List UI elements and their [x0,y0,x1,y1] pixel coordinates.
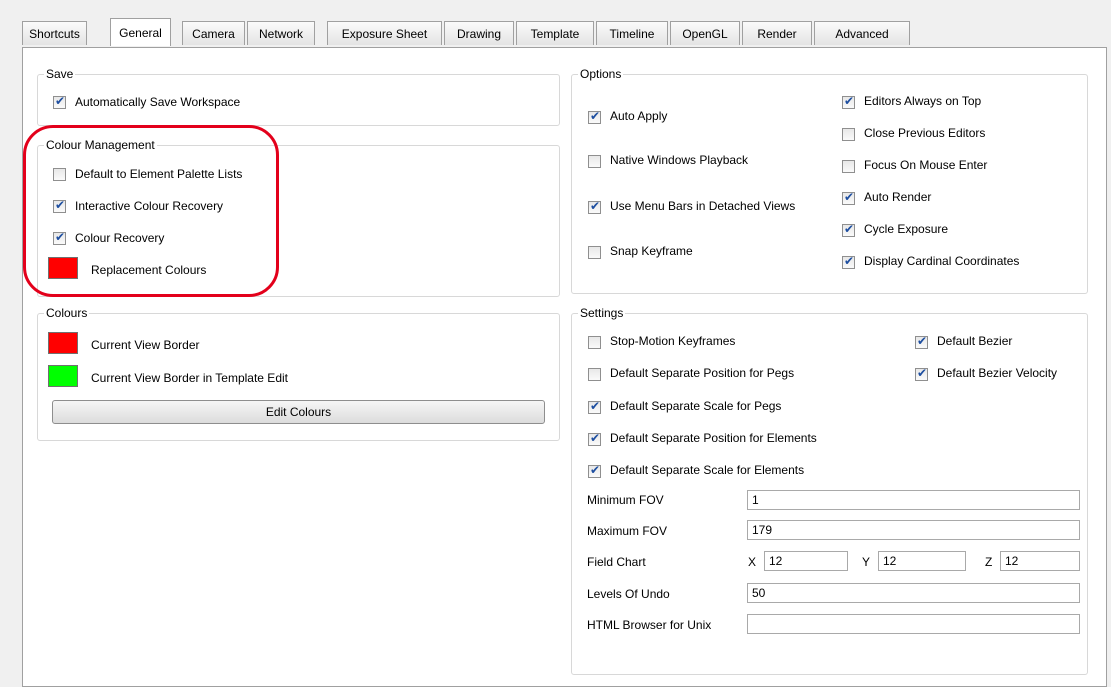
cardinal-checkbox[interactable] [842,254,855,269]
close-editors-checkbox[interactable] [842,128,855,141]
sep-pos-elements-label: Default Separate Position for Elements [610,431,817,445]
auto-render-label: Auto Render [864,190,932,204]
sep-pos-pegs-label: Default Separate Position for Pegs [610,366,795,380]
min-fov-label: Minimum FOV [587,493,664,507]
view-border-label: Current View Border [91,338,200,352]
tab-drawing[interactable]: Drawing [444,21,514,45]
min-fov-field[interactable]: 1 [747,490,1080,510]
max-fov-label: Maximum FOV [587,524,668,538]
sep-scale-elements-checkbox[interactable] [588,463,601,478]
field-chart-z-label: Z [985,555,993,569]
tab-advanced[interactable]: Advanced [814,21,910,45]
focus-mouse-label: Focus On Mouse Enter [864,158,988,172]
template-border-label: Current View Border in Template Edit [91,371,288,385]
field-chart-x-field[interactable]: 12 [764,551,848,571]
field-chart-label: Field Chart [587,555,646,569]
sep-scale-pegs-label: Default Separate Scale for Pegs [610,399,782,413]
auto-save-checkbox[interactable] [53,94,66,109]
stop-motion-checkbox[interactable] [588,336,601,349]
template-border-swatch[interactable] [48,365,78,387]
field-chart-z-field[interactable]: 12 [1000,551,1080,571]
field-chart-x-label: X [748,555,757,569]
bezier-velocity-checkbox[interactable] [915,366,928,381]
field-chart-y-label: Y [862,555,871,569]
close-editors-label: Close Previous Editors [864,126,986,140]
cycle-exposure-label: Cycle Exposure [864,222,949,236]
sep-scale-elements-label: Default Separate Scale for Elements [610,463,805,477]
options-title: Options [578,66,624,82]
html-browser-field[interactable] [747,614,1080,634]
menu-bars-label: Use Menu Bars in Detached Views [610,199,796,213]
tab-opengl[interactable]: OpenGL [670,21,740,45]
auto-save-label: Automatically Save Workspace [75,95,241,109]
focus-mouse-checkbox[interactable] [842,160,855,173]
snap-keyframe-label: Snap Keyframe [610,244,693,258]
undo-field[interactable]: 50 [747,583,1080,603]
colours-title: Colours [44,305,90,321]
settings-title: Settings [578,305,626,321]
max-fov-field[interactable]: 179 [747,520,1080,540]
native-playback-label: Native Windows Playback [610,153,749,167]
menu-bars-checkbox[interactable] [588,199,601,214]
cardinal-label: Display Cardinal Coordinates [864,254,1020,268]
tab-general[interactable]: General [110,18,171,46]
auto-apply-label: Auto Apply [610,109,668,123]
tab-camera[interactable]: Camera [182,21,245,45]
save-group-title: Save [44,66,76,82]
tab-timeline[interactable]: Timeline [596,21,668,45]
auto-render-checkbox[interactable] [842,190,855,205]
editors-top-label: Editors Always on Top [864,94,982,108]
editors-top-checkbox[interactable] [842,94,855,109]
field-chart-y-field[interactable]: 12 [878,551,966,571]
tab-shortcuts[interactable]: Shortcuts [22,21,87,45]
sep-pos-pegs-checkbox[interactable] [588,368,601,381]
cycle-exposure-checkbox[interactable] [842,222,855,237]
tab-render[interactable]: Render [742,21,812,45]
tab-network[interactable]: Network [247,21,315,45]
default-bezier-checkbox[interactable] [915,334,928,349]
view-border-swatch[interactable] [48,332,78,354]
sep-pos-elements-checkbox[interactable] [588,431,601,446]
html-browser-label: HTML Browser for Unix [587,618,712,632]
native-playback-checkbox[interactable] [588,155,601,168]
tab-exposure-sheet[interactable]: Exposure Sheet [327,21,442,45]
highlight-annotation [23,125,279,297]
tab-template[interactable]: Template [516,21,594,45]
edit-colours-button[interactable]: Edit Colours [52,400,545,424]
sep-scale-pegs-checkbox[interactable] [588,399,601,414]
bezier-velocity-label: Default Bezier Velocity [937,366,1058,380]
stop-motion-label: Stop-Motion Keyframes [610,334,736,348]
undo-label: Levels Of Undo [587,587,670,601]
default-bezier-label: Default Bezier [937,334,1013,348]
snap-keyframe-checkbox[interactable] [588,246,601,259]
auto-apply-checkbox[interactable] [588,109,601,124]
